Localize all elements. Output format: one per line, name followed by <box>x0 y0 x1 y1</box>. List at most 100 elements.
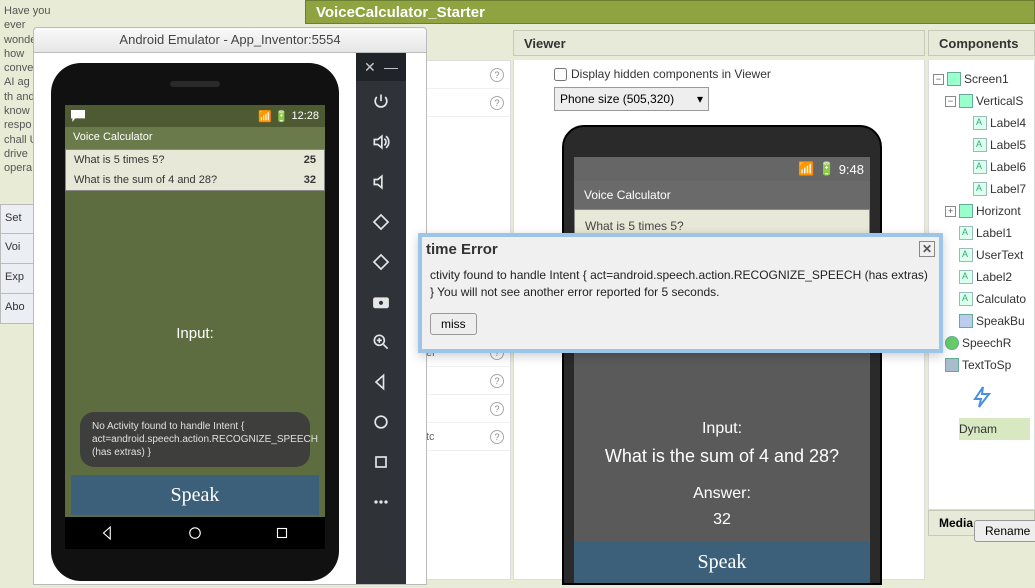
help-icon[interactable]: ? <box>490 402 504 416</box>
volume-down-icon[interactable] <box>370 171 392 193</box>
tree-horizont[interactable]: + Horizont <box>945 200 1030 222</box>
emulator-input-label: Input: <box>176 325 214 342</box>
viewer-phone-screen: 📶 🔋 9:48 Voice Calculator What is 5 time… <box>574 157 870 583</box>
label-icon <box>959 292 973 306</box>
viewer-input-label: Input: <box>702 420 742 438</box>
tree-dynam[interactable]: Dynam <box>959 418 1030 440</box>
toolbar-back-icon[interactable] <box>370 371 392 393</box>
error-dismiss-button[interactable]: miss <box>430 313 477 335</box>
viewer-speak-button[interactable]: Speak <box>574 541 870 583</box>
help-icon[interactable]: ? <box>490 96 504 110</box>
chat-icon <box>71 110 85 122</box>
em-a1: 25 <box>304 154 316 166</box>
rotate-right-icon[interactable] <box>370 251 392 273</box>
emulator-phone-column: 📶 🔋 12:28 Voice Calculator What is 5 tim… <box>34 53 356 584</box>
hidden-components-checkbox-row[interactable]: Display hidden components in Viewer <box>554 67 771 81</box>
toolbar-recent-icon[interactable] <box>370 451 392 473</box>
error-dialog-body: ctivity found to handle Intent { act=and… <box>422 261 939 307</box>
volume-up-icon[interactable] <box>370 131 392 153</box>
chevron-down-icon: ▾ <box>697 92 703 106</box>
emulator-screen: 📶 🔋 12:28 Voice Calculator What is 5 tim… <box>65 105 325 549</box>
emulator-toast: No Activity found to handle Intent { act… <box>80 412 310 467</box>
nav-home-icon[interactable] <box>186 524 204 542</box>
viewer-panel-header: Viewer <box>513 30 925 56</box>
tree-label1[interactable]: Label1 <box>959 222 1030 244</box>
project-title-bar: VoiceCalculator_Starter <box>305 0 1035 24</box>
tree-label: Horizont <box>976 204 1021 218</box>
tree-calculato[interactable]: Calculato <box>959 288 1030 310</box>
tree-usertext[interactable]: UserText <box>959 244 1030 266</box>
tree-label: SpeechR <box>962 336 1011 350</box>
power-icon[interactable] <box>370 91 392 113</box>
phone-size-value: Phone size (505,320) <box>560 92 674 106</box>
tree-label: Label5 <box>990 138 1026 152</box>
tree-label: SpeakBu <box>976 314 1025 328</box>
battery-icon: 🔋 <box>275 110 289 123</box>
viewer-phone-frame: 📶 🔋 9:48 Voice Calculator What is 5 time… <box>562 125 882 585</box>
toolbar-home-icon[interactable] <box>370 411 392 433</box>
runtime-error-dialog: time Error ✕ ctivity found to handle Int… <box>418 233 943 353</box>
viewer-answer-value: 32 <box>713 511 731 529</box>
hidden-components-checkbox[interactable] <box>554 68 567 81</box>
rename-button[interactable]: Rename <box>974 520 1035 542</box>
tree-label: Label2 <box>976 270 1012 284</box>
tree-label7[interactable]: Label7 <box>973 178 1030 200</box>
help-icon[interactable]: ? <box>490 68 504 82</box>
help-icon[interactable]: ? <box>490 430 504 444</box>
em-q1: What is 5 times 5? <box>74 154 164 166</box>
palette-item[interactable]: ? <box>420 367 510 395</box>
tree-speakbu[interactable]: SpeakBu <box>959 310 1030 332</box>
tree-label2[interactable]: Label2 <box>959 266 1030 288</box>
tree-label6[interactable]: Label6 <box>973 156 1030 178</box>
lightning-icon <box>970 382 994 412</box>
expand-icon[interactable]: + <box>945 206 956 217</box>
label-icon <box>973 182 987 196</box>
tree-label: Label1 <box>976 226 1012 240</box>
battery-icon: 🔋 <box>819 161 835 177</box>
rotate-left-icon[interactable] <box>370 211 392 233</box>
tree-screen1[interactable]: −Screen1 <box>933 68 1030 90</box>
layout-icon <box>959 204 973 218</box>
zoom-icon[interactable] <box>370 331 392 353</box>
help-icon[interactable]: ? <box>490 374 504 388</box>
viewer-status-time: 9:48 <box>839 162 864 177</box>
components-tree: −Screen1 −VerticalS Label4 Label5 Label6… <box>928 60 1035 510</box>
nav-back-icon[interactable] <box>99 524 117 542</box>
tree-label: Label7 <box>990 182 1026 196</box>
camera-icon[interactable] <box>370 291 392 313</box>
emulator-toolbar: ✕ — <box>356 53 406 584</box>
collapse-icon[interactable]: − <box>945 96 956 107</box>
viewer-input-value: What is the sum of 4 and 28? <box>605 446 839 467</box>
label-icon <box>973 160 987 174</box>
label-icon <box>959 270 973 284</box>
mic-icon <box>945 336 959 350</box>
emulator-speak-button[interactable]: Speak <box>71 475 319 515</box>
hidden-components-label: Display hidden components in Viewer <box>571 67 771 81</box>
tree-speechr[interactable]: SpeechR <box>945 332 1030 354</box>
phone-size-select[interactable]: Phone size (505,320) ▾ <box>554 87 709 111</box>
palette-item[interactable]: tc? <box>420 423 510 451</box>
em-a2: 32 <box>304 174 316 186</box>
collapse-icon[interactable]: − <box>933 74 944 85</box>
emulator-navbar <box>65 517 325 549</box>
tree-label: UserText <box>976 248 1023 262</box>
error-close-button[interactable]: ✕ <box>919 241 935 257</box>
tree-label4[interactable]: Label4 <box>973 112 1030 134</box>
emulator-app-title: Voice Calculator <box>65 127 325 149</box>
tree-label: Label6 <box>990 160 1026 174</box>
palette-item[interactable]: ? <box>420 395 510 423</box>
label-icon <box>959 226 973 240</box>
more-icon[interactable] <box>370 491 392 513</box>
emulator-minimize-icon[interactable]: — <box>384 59 398 75</box>
emulator-close-icon[interactable]: ✕ <box>364 59 376 76</box>
tree-vertical[interactable]: −VerticalS <box>945 90 1030 112</box>
viewer-status-bar: 📶 🔋 9:48 <box>574 157 870 181</box>
viewer-history-q1: What is 5 times 5? <box>585 219 684 233</box>
tree-label5[interactable]: Label5 <box>973 134 1030 156</box>
palette-item[interactable]: ? <box>420 61 510 89</box>
nav-recent-icon[interactable] <box>273 524 291 542</box>
palette-item[interactable]: ? <box>420 89 510 117</box>
signal-icon: 📶 <box>258 110 272 123</box>
button-icon <box>959 314 973 328</box>
tree-texttosp[interactable]: TextToSp <box>945 354 1030 376</box>
